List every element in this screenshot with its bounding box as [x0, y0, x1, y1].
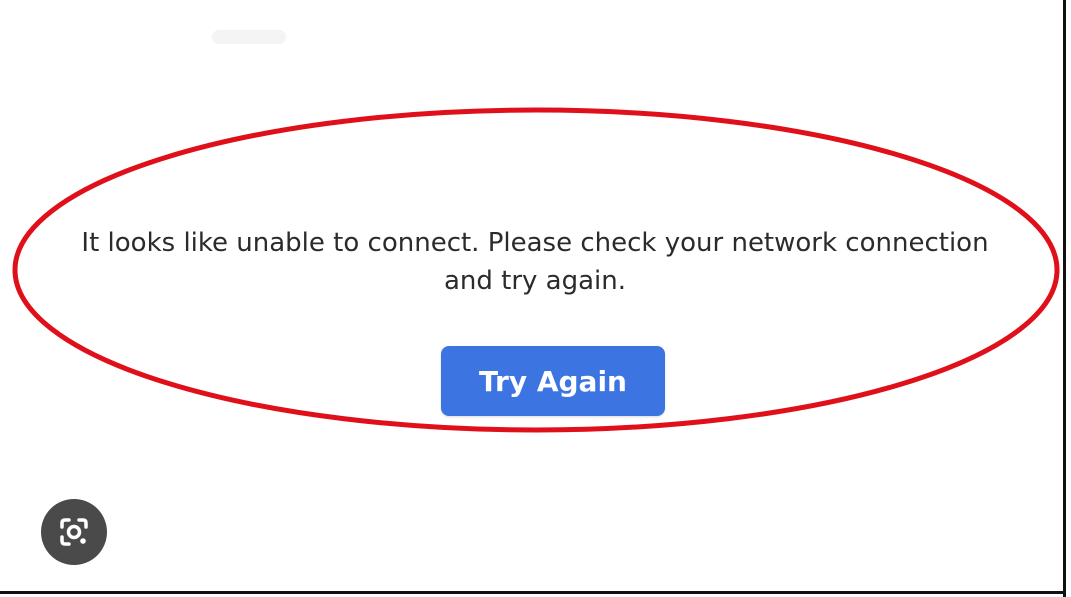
lens-button[interactable]: [41, 499, 107, 565]
google-lens-icon: [60, 518, 88, 546]
error-message-line2: and try again.: [443, 266, 627, 296]
error-message-line1: It looks like unable to connect. Please …: [81, 228, 989, 258]
screenshot-frame: It looks like unable to connect. Please …: [0, 0, 1071, 597]
right-border: [1063, 0, 1066, 597]
error-message: It looks like unable to connect. Please …: [40, 224, 1030, 300]
bottom-border: [0, 591, 1066, 594]
try-again-button[interactable]: Try Again: [441, 346, 665, 416]
